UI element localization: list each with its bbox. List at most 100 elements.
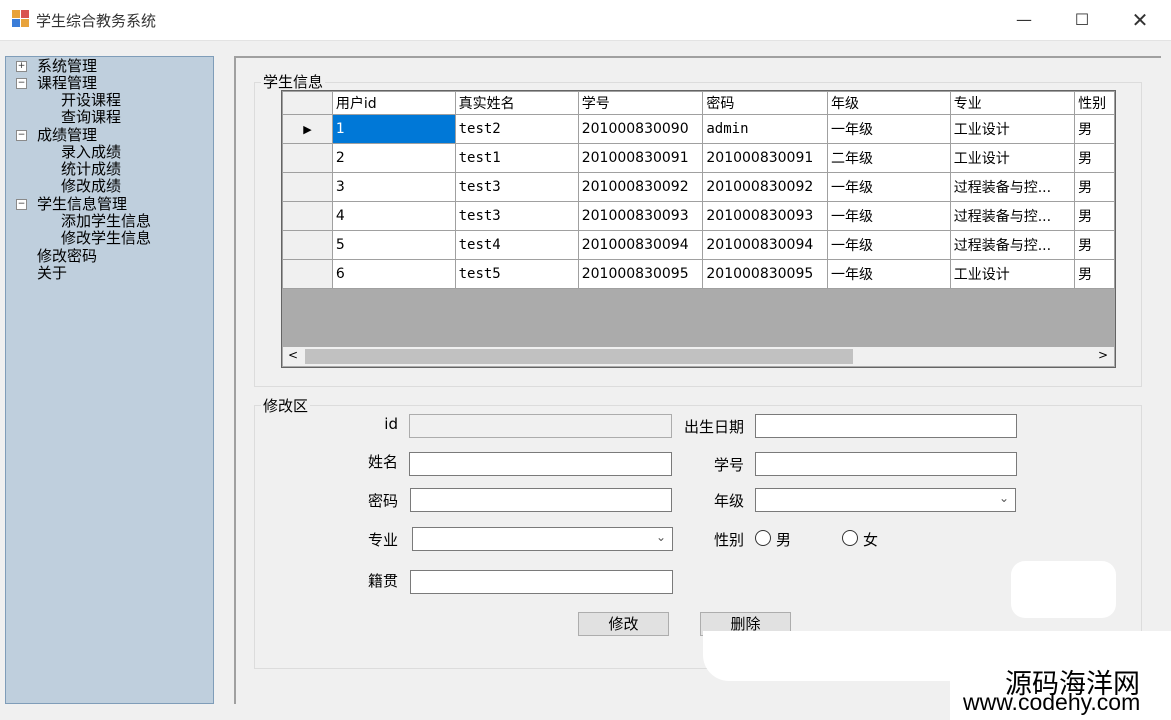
grid-cell[interactable]: 201000830094 — [577, 230, 704, 260]
table-row[interactable]: 5 test4 201000830094 201000830094 一年级 过程… — [282, 230, 1115, 260]
gender-male-radio[interactable] — [755, 530, 771, 546]
column-header[interactable]: 年级 — [827, 91, 951, 115]
modify-button[interactable]: 修改 — [578, 612, 669, 636]
grid-cell[interactable]: 201000830092 — [577, 172, 704, 202]
grid-cell[interactable]: test2 — [454, 114, 579, 144]
table-row[interactable]: ▶ 1 test2 201000830090 admin 一年级 工业设计 男 — [282, 114, 1115, 144]
grade-select[interactable]: ⌄ — [755, 488, 1016, 512]
tree-item-system[interactable]: + 系统管理 — [6, 57, 206, 75]
tree-item-edit-student[interactable]: 修改学生信息 — [61, 229, 151, 247]
collapse-icon[interactable]: − — [16, 130, 27, 141]
grid-cell[interactable]: 男 — [1074, 114, 1115, 144]
scroll-left-icon[interactable]: < — [288, 348, 298, 362]
column-header[interactable]: 真实姓名 — [454, 91, 579, 115]
grid-cell[interactable]: 201000830095 — [577, 259, 704, 289]
table-row[interactable]: 2 test1 201000830091 201000830091 二年级 工业… — [282, 143, 1115, 173]
birthdate-field[interactable] — [755, 414, 1017, 438]
column-header[interactable]: 学号 — [577, 91, 704, 115]
grid-cell[interactable]: 男 — [1074, 201, 1115, 231]
tree-item-scores[interactable]: − 成绩管理 — [6, 126, 206, 144]
grid-cell[interactable]: test4 — [454, 230, 579, 260]
grid-cell[interactable]: 1 — [331, 114, 456, 144]
grade-label: 年级 — [713, 492, 744, 510]
id-field[interactable] — [409, 414, 672, 438]
tree-item-stat-scores[interactable]: 统计成绩 — [61, 160, 121, 178]
tree-item-modify-scores[interactable]: 修改成绩 — [61, 177, 121, 195]
grid-cell[interactable]: test3 — [454, 172, 579, 202]
grid-cell[interactable]: 201000830093 — [702, 201, 829, 231]
row-header[interactable] — [282, 143, 333, 173]
grid-cell[interactable]: 201000830092 — [702, 172, 829, 202]
grid-cell[interactable]: 男 — [1074, 172, 1115, 202]
row-header[interactable] — [282, 201, 333, 231]
maximize-button[interactable]: ☐ — [1053, 0, 1111, 40]
grid-cell[interactable]: 一年级 — [827, 201, 951, 231]
column-header[interactable]: 专业 — [949, 91, 1076, 115]
chevron-down-icon: ⌄ — [655, 530, 666, 544]
name-field[interactable] — [409, 452, 672, 476]
close-button[interactable]: ✕ — [1111, 0, 1169, 40]
row-header[interactable] — [282, 230, 333, 260]
grid-cell[interactable]: 工业设计 — [949, 143, 1076, 173]
table-row[interactable]: 6 test5 201000830095 201000830095 一年级 工业… — [282, 259, 1115, 289]
grid-cell[interactable]: 一年级 — [827, 114, 951, 144]
scrollbar-thumb[interactable] — [305, 349, 853, 364]
horizontal-scrollbar[interactable]: < > — [283, 347, 1114, 366]
grid-cell[interactable]: 4 — [331, 201, 456, 231]
tree-item-enter-scores[interactable]: 录入成绩 — [61, 143, 121, 161]
column-header[interactable]: 用户id — [331, 91, 456, 115]
tree-item-course[interactable]: − 课程管理 — [6, 74, 206, 92]
grid-cell[interactable]: 男 — [1074, 259, 1115, 289]
student-no-label: 学号 — [713, 456, 744, 474]
collapse-icon[interactable]: − — [16, 199, 27, 210]
grid-cell[interactable]: 过程装备与控... — [949, 230, 1076, 260]
grid-cell[interactable]: 201000830095 — [702, 259, 829, 289]
grid-cell[interactable]: 过程装备与控... — [949, 172, 1076, 202]
grid-cell[interactable]: 一年级 — [827, 259, 951, 289]
grid-cell[interactable]: admin — [702, 114, 829, 144]
gender-female-radio[interactable] — [842, 530, 858, 546]
grid-cell[interactable]: 6 — [331, 259, 456, 289]
tree-item-change-password[interactable]: 修改密码 — [37, 247, 97, 265]
grid-cell[interactable]: 201000830090 — [577, 114, 704, 144]
grid-cell[interactable]: 男 — [1074, 143, 1115, 173]
grid-cell[interactable]: test3 — [454, 201, 579, 231]
grid-cell[interactable]: 201000830093 — [577, 201, 704, 231]
grid-cell[interactable]: 201000830094 — [702, 230, 829, 260]
grid-cell[interactable]: test1 — [454, 143, 579, 173]
password-field[interactable] — [410, 488, 672, 512]
grid-cell[interactable]: 201000830091 — [577, 143, 704, 173]
hometown-field[interactable] — [410, 570, 673, 594]
column-header[interactable]: 性别 — [1074, 91, 1115, 115]
row-header[interactable] — [282, 172, 333, 202]
major-select[interactable]: ⌄ — [412, 527, 673, 551]
grid-cell[interactable]: 2 — [331, 143, 456, 173]
collapse-icon[interactable]: − — [16, 78, 27, 89]
grid-cell[interactable]: 工业设计 — [949, 114, 1076, 144]
grid-cell[interactable]: 男 — [1074, 230, 1115, 260]
table-row[interactable]: 4 test3 201000830093 201000830093 一年级 过程… — [282, 201, 1115, 231]
column-header[interactable]: 密码 — [702, 91, 829, 115]
tree-item-about[interactable]: 关于 — [37, 264, 67, 282]
minimize-button[interactable]: — — [995, 0, 1053, 40]
grid-cell[interactable]: 工业设计 — [949, 259, 1076, 289]
row-header[interactable] — [282, 259, 333, 289]
grid-cell[interactable]: 5 — [331, 230, 456, 260]
tree-item-student-info[interactable]: − 学生信息管理 — [6, 195, 206, 213]
student-grid[interactable]: 用户id 真实姓名 学号 密码 年级 专业 性别 ▶ 1 test2 20100… — [281, 90, 1116, 368]
tree-item-add-student[interactable]: 添加学生信息 — [61, 212, 151, 230]
grid-cell[interactable]: 过程装备与控... — [949, 201, 1076, 231]
grid-cell[interactable]: 201000830091 — [702, 143, 829, 173]
expand-icon[interactable]: + — [16, 61, 27, 72]
grid-cell[interactable]: test5 — [454, 259, 579, 289]
grid-cell[interactable]: 一年级 — [827, 172, 951, 202]
table-row[interactable]: 3 test3 201000830092 201000830092 一年级 过程… — [282, 172, 1115, 202]
student-no-field[interactable] — [755, 452, 1017, 476]
tree-item-open-course[interactable]: 开设课程 — [61, 91, 121, 109]
grid-cell[interactable]: 二年级 — [827, 143, 951, 173]
tree-item-query-course[interactable]: 查询课程 — [61, 108, 121, 126]
grid-cell[interactable]: 3 — [331, 172, 456, 202]
grid-cell[interactable]: 一年级 — [827, 230, 951, 260]
current-row-indicator-icon[interactable]: ▶ — [282, 114, 333, 144]
scroll-right-icon[interactable]: > — [1098, 348, 1108, 362]
